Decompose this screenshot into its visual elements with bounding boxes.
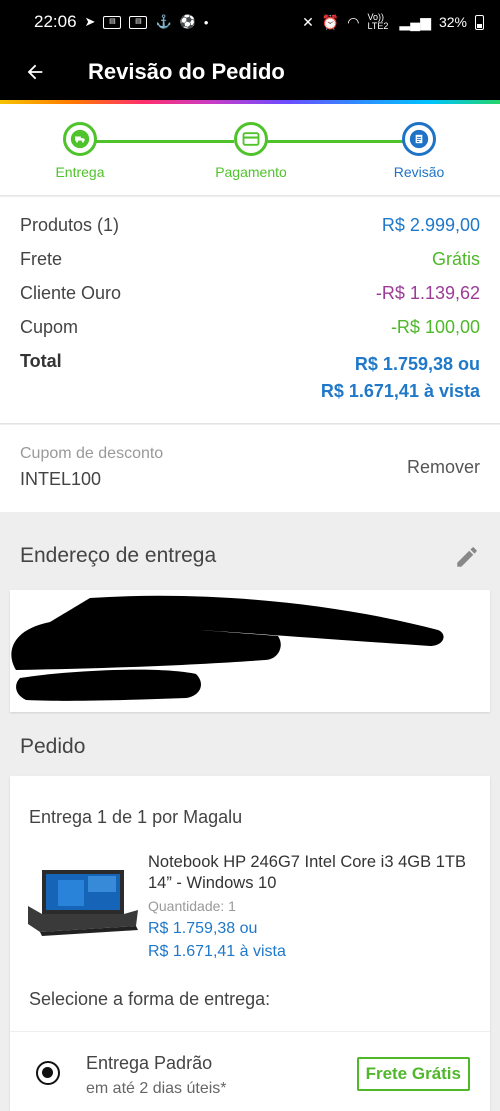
shipping-heading: Selecione a forma de entrega:: [29, 989, 271, 1009]
soccer-icon: ⚽: [179, 14, 196, 29]
edit-address-button[interactable]: [454, 544, 480, 570]
shipping-option-name[interactable]: Entrega Padrão: [86, 1053, 212, 1074]
arrow-back-icon: [27, 64, 43, 80]
product-image[interactable]: [28, 866, 140, 938]
checkout-stepper: Entrega Pagamento Revisão: [0, 104, 500, 196]
total-label: Total: [20, 351, 62, 371]
step-circle: [63, 122, 97, 156]
app-bar: Revisão do Pedido: [0, 44, 500, 100]
redacted-address-scribble: [11, 595, 444, 701]
anchor-icon: ⚓: [155, 14, 172, 29]
product-name[interactable]: Notebook HP 246G7 Intel Core i3 4GB 1TB …: [148, 852, 468, 894]
total-values: R$ 1.759,38 ou R$ 1.671,41 à vista: [321, 351, 480, 405]
summary-label: Cupom: [20, 317, 79, 337]
address-card[interactable]: [10, 590, 490, 712]
step-pagamento[interactable]: Pagamento: [181, 122, 321, 180]
product-quantity: Quantidade: 1: [148, 898, 236, 914]
mute-icon: ✕: [302, 13, 314, 30]
back-button[interactable]: [0, 44, 70, 100]
app-notification-icon: ▤: [129, 15, 148, 29]
summary-row-cliente-ouro: Cliente Ouro -R$ 1.139,62: [20, 283, 480, 317]
document-icon: [409, 129, 429, 149]
step-label: Pagamento: [215, 164, 287, 180]
telegram-icon: ➤: [84, 14, 96, 29]
summary-value: -R$ 100,00: [390, 317, 480, 337]
summary-value: R$ 2.999,00: [381, 215, 480, 235]
card-icon: [242, 132, 260, 146]
step-entrega[interactable]: Entrega: [10, 122, 150, 180]
product-cash-price: R$ 1.671,41 à vista: [148, 943, 286, 960]
more-dot-icon: •: [203, 14, 209, 30]
shipping-option-radio[interactable]: [36, 1061, 60, 1085]
order-heading: Pedido: [20, 735, 86, 758]
step-circle: [402, 122, 436, 156]
status-time: 22:06: [34, 12, 77, 31]
step-label: Entrega: [55, 164, 105, 180]
alarm-icon: ⏰: [321, 13, 340, 30]
address-heading: Endereço de entrega: [20, 544, 217, 567]
wifi-icon: ◠: [347, 13, 360, 30]
summary-total: Total R$ 1.759,38 ou R$ 1.671,41 à vista: [20, 351, 480, 405]
battery-icon: [475, 14, 484, 30]
total-cash-value: R$ 1.671,41 à vista: [320, 381, 480, 401]
order-summary: Produtos (1) R$ 2.999,00 Frete Grátis Cl…: [0, 197, 500, 424]
signal-icon: ▂▄▆: [399, 13, 431, 30]
summary-label: Produtos (1): [20, 215, 120, 235]
divider: [10, 1031, 490, 1032]
remove-coupon-button[interactable]: Remover: [407, 457, 480, 478]
status-bar: 22:06 ➤ ▤ ▤ ⚓ ⚽ • ✕ ⏰ ◠ Vo)) LTE2 ▂▄▆ 32…: [0, 0, 500, 44]
delivery-title: Entrega 1 de 1 por Magalu: [29, 807, 243, 827]
summary-label: Frete: [20, 249, 63, 269]
shipping-option-time: em até 2 dias úteis*: [86, 1080, 227, 1097]
summary-label: Cliente Ouro: [20, 283, 122, 303]
summary-value: Grátis: [431, 249, 480, 269]
step-label: Revisão: [393, 164, 445, 180]
product-price: R$ 1.759,38 ou: [148, 920, 258, 937]
summary-row-cupom: Cupom -R$ 100,00: [20, 317, 480, 351]
free-shipping-badge: Frete Grátis: [356, 1057, 470, 1091]
truck-icon: [70, 129, 90, 149]
summary-row-frete: Frete Grátis: [20, 249, 480, 283]
summary-row-produtos: Produtos (1) R$ 2.999,00: [20, 215, 480, 249]
battery-percent: 32%: [438, 14, 467, 30]
notification-icons: ➤ ▤ ▤ ⚓ ⚽ •: [85, 14, 209, 30]
total-value: R$ 1.759,38 ou: [354, 354, 480, 374]
coupon-section: Cupom de desconto INTEL100 Remover: [0, 425, 500, 512]
step-circle: [234, 122, 268, 156]
page-title: Revisão do Pedido: [88, 59, 285, 84]
summary-value: -R$ 1.139,62: [375, 283, 480, 303]
app-notification-icon: ▤: [103, 15, 122, 29]
network-label: Vo)) LTE2: [367, 12, 389, 31]
step-revisao[interactable]: Revisão: [349, 122, 489, 180]
pencil-icon: [457, 547, 477, 567]
order-card: Entrega 1 de 1 por Magalu Notebook HP 24…: [10, 776, 490, 1111]
status-right: ✕ ⏰ ◠ Vo)) LTE2 ▂▄▆ 32%: [302, 13, 484, 31]
